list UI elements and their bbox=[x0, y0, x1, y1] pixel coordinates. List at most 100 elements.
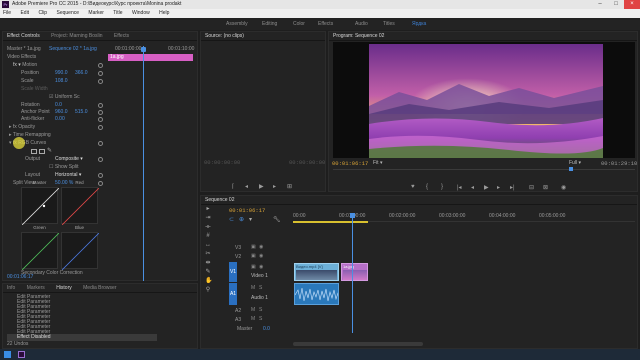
track-id[interactable]: A2 bbox=[235, 308, 241, 314]
motion-row[interactable]: fx ▾ Motion bbox=[13, 62, 37, 69]
lock-icon[interactable]: ▣ bbox=[251, 253, 256, 259]
hand-tool-icon[interactable]: ✋ bbox=[205, 278, 212, 284]
program-scrubber[interactable] bbox=[333, 169, 635, 170]
track-id[interactable]: V2 bbox=[235, 254, 241, 260]
step-back-icon[interactable]: ◂ bbox=[245, 183, 248, 190]
play-icon[interactable]: ▶ bbox=[484, 184, 489, 191]
timeline-timecode[interactable]: 00:01:06:17 bbox=[229, 207, 265, 214]
razor-tool-icon[interactable]: ✂ bbox=[205, 251, 211, 257]
maximize-button[interactable]: □ bbox=[608, 0, 624, 9]
effect-playhead-handle[interactable] bbox=[141, 47, 146, 52]
mute-icon[interactable]: M bbox=[251, 307, 255, 313]
timeline-scrollbar[interactable] bbox=[293, 342, 423, 346]
eye-icon[interactable]: ◉ bbox=[259, 264, 263, 270]
param-scale-value[interactable]: 108.0 bbox=[55, 78, 68, 85]
red-curve-graph[interactable] bbox=[61, 187, 99, 225]
pen-tool-icon[interactable]: ✎ bbox=[205, 269, 211, 275]
menu-marker[interactable]: Marker bbox=[88, 10, 104, 16]
rect-mask-icon[interactable] bbox=[39, 149, 45, 154]
effect-clip-bar[interactable]: 1a.jpg bbox=[108, 54, 193, 61]
eye-icon[interactable]: ◉ bbox=[259, 253, 263, 259]
param-antiflicker-value[interactable]: 0.00 bbox=[55, 116, 65, 123]
output-dropdown[interactable]: Composite ▾ bbox=[55, 156, 83, 163]
mark-in-icon[interactable]: { bbox=[426, 184, 428, 190]
effect-playhead[interactable] bbox=[143, 46, 144, 281]
tab-effects[interactable]: Effects bbox=[114, 33, 129, 39]
rate-stretch-tool-icon[interactable]: ↔ bbox=[205, 242, 211, 248]
export-frame-icon[interactable]: ◉ bbox=[561, 184, 566, 191]
reset-icon[interactable] bbox=[98, 173, 103, 178]
lift-icon[interactable]: ⊟ bbox=[529, 184, 534, 191]
source-timecode-in[interactable]: 00:00:00:00 bbox=[204, 159, 240, 166]
zoom-dropdown[interactable]: Fit ▾ bbox=[373, 160, 382, 167]
track-id[interactable]: A3 bbox=[235, 317, 241, 323]
close-button[interactable]: × bbox=[624, 0, 640, 9]
zoom-tool-icon[interactable]: ⚲ bbox=[205, 287, 211, 293]
track-target-a1[interactable]: A1 bbox=[229, 283, 237, 305]
effect-controls-timecode[interactable]: 00:01:06:17 bbox=[7, 274, 33, 281]
track-target-v1[interactable]: V1 bbox=[229, 262, 237, 282]
ripple-edit-tool-icon[interactable]: ⟛ bbox=[205, 224, 211, 230]
linked-selection-icon[interactable]: ⊕ bbox=[239, 216, 244, 223]
tab-source[interactable]: Source: (no clips) bbox=[205, 33, 244, 39]
timeline-playhead-handle[interactable] bbox=[350, 213, 355, 218]
step-forward-icon[interactable]: ▸ bbox=[273, 183, 276, 190]
workspace-audio[interactable]: Audio bbox=[355, 21, 368, 27]
insert-icon[interactable]: ⊞ bbox=[287, 183, 292, 190]
reset-icon[interactable] bbox=[98, 71, 103, 76]
step-forward-icon[interactable]: ▸ bbox=[497, 184, 500, 191]
master-volume[interactable]: 0.0 bbox=[263, 326, 270, 332]
reset-icon[interactable] bbox=[98, 141, 103, 146]
video-clip-1[interactable]: Видео.mp4 [V] bbox=[294, 263, 339, 281]
green-curve-graph[interactable] bbox=[21, 232, 59, 270]
sequence-clip-label[interactable]: Sequence 02 * 1a.jpg bbox=[49, 46, 97, 53]
reset-icon[interactable] bbox=[98, 125, 103, 130]
tab-sequence[interactable]: Sequence 02 bbox=[205, 197, 234, 203]
reset-icon[interactable] bbox=[98, 117, 103, 122]
mark-out-icon[interactable]: } bbox=[441, 184, 443, 190]
lock-icon[interactable]: ▣ bbox=[251, 244, 256, 250]
expand-arrow-icon[interactable]: ▸ fx bbox=[9, 124, 18, 130]
go-to-out-icon[interactable]: ▸| bbox=[510, 184, 515, 191]
param-anchor-x[interactable]: 960.0 bbox=[55, 109, 68, 116]
rolling-edit-tool-icon[interactable]: # bbox=[205, 233, 211, 239]
menu-clip[interactable]: Clip bbox=[38, 10, 47, 16]
video-clip-2[interactable]: 1a.jpg bbox=[341, 263, 368, 281]
tab-media-browser[interactable]: Media Browser bbox=[83, 285, 116, 291]
program-viewer[interactable] bbox=[333, 42, 635, 158]
pen-mask-icon[interactable]: ✎ bbox=[47, 147, 52, 154]
tab-project[interactable]: Project: Marning Boslin bbox=[51, 33, 102, 39]
track-select-tool-icon[interactable]: ⇥ bbox=[205, 215, 211, 221]
settings-wrench-icon[interactable]: 🔧︎ bbox=[273, 216, 281, 223]
extract-icon[interactable]: ⊠ bbox=[543, 184, 548, 191]
workspace-editing[interactable]: Editing bbox=[262, 21, 277, 27]
uniform-scale-row[interactable]: ☑ Uniform Sc bbox=[49, 94, 80, 101]
fx-icon[interactable]: fx ▾ bbox=[13, 62, 22, 68]
solo-icon[interactable]: S bbox=[259, 307, 262, 313]
reset-icon[interactable] bbox=[98, 103, 103, 108]
master-curve-graph[interactable] bbox=[21, 187, 59, 225]
workspace-yardka[interactable]: Ярдка bbox=[412, 21, 426, 27]
tab-markers[interactable]: Markers bbox=[27, 285, 45, 291]
tab-program[interactable]: Program: Sequence 02 bbox=[333, 33, 384, 39]
quality-dropdown[interactable]: Full ▾ bbox=[569, 160, 581, 167]
mute-icon[interactable]: M bbox=[251, 316, 255, 322]
add-marker-icon[interactable]: ▾ bbox=[249, 216, 252, 223]
tab-effect-controls[interactable]: Effect Controls bbox=[7, 33, 40, 39]
timeline-playhead[interactable] bbox=[352, 213, 353, 333]
menu-window[interactable]: Window bbox=[132, 10, 150, 16]
param-position-x[interactable]: 990.0 bbox=[55, 70, 68, 77]
play-icon[interactable]: ▶ bbox=[259, 183, 264, 190]
premiere-taskbar-icon[interactable] bbox=[18, 351, 25, 358]
ellipse-mask-icon[interactable] bbox=[31, 149, 37, 154]
blue-curve-graph[interactable] bbox=[61, 232, 99, 270]
master-clip-label[interactable]: Master * 1a.jpg bbox=[7, 46, 41, 53]
mark-in-icon[interactable]: ⌈ bbox=[232, 183, 234, 190]
menu-sequence[interactable]: Sequence bbox=[56, 10, 79, 16]
mute-icon[interactable]: M bbox=[251, 285, 255, 291]
opacity-row[interactable]: ▸ fx Opacity bbox=[9, 124, 35, 131]
work-area-bar[interactable] bbox=[293, 221, 368, 223]
reset-icon[interactable] bbox=[98, 63, 103, 68]
eye-icon[interactable]: ◉ bbox=[259, 244, 263, 250]
menu-edit[interactable]: Edit bbox=[20, 10, 29, 16]
